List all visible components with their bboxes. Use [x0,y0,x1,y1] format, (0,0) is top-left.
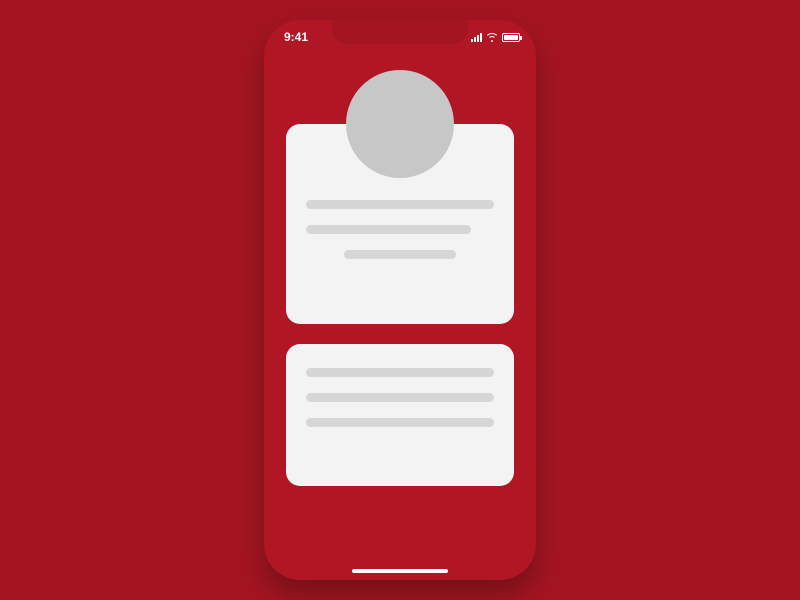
battery-icon [502,33,520,42]
info-card[interactable] [286,344,514,486]
wifi-icon [486,33,498,42]
screen-content [286,70,514,486]
status-bar: 9:41 [264,20,536,48]
placeholder-line [306,418,494,427]
placeholder-line [306,200,494,209]
home-indicator[interactable] [352,569,448,573]
placeholder-line [344,250,457,259]
status-indicators [471,33,520,42]
placeholder-line [306,225,471,234]
status-time: 9:41 [284,30,308,44]
placeholder-line [306,393,494,402]
phone-frame: 9:41 [264,20,536,580]
placeholder-line [306,368,494,377]
avatar[interactable] [346,70,454,178]
cellular-icon [471,33,482,42]
